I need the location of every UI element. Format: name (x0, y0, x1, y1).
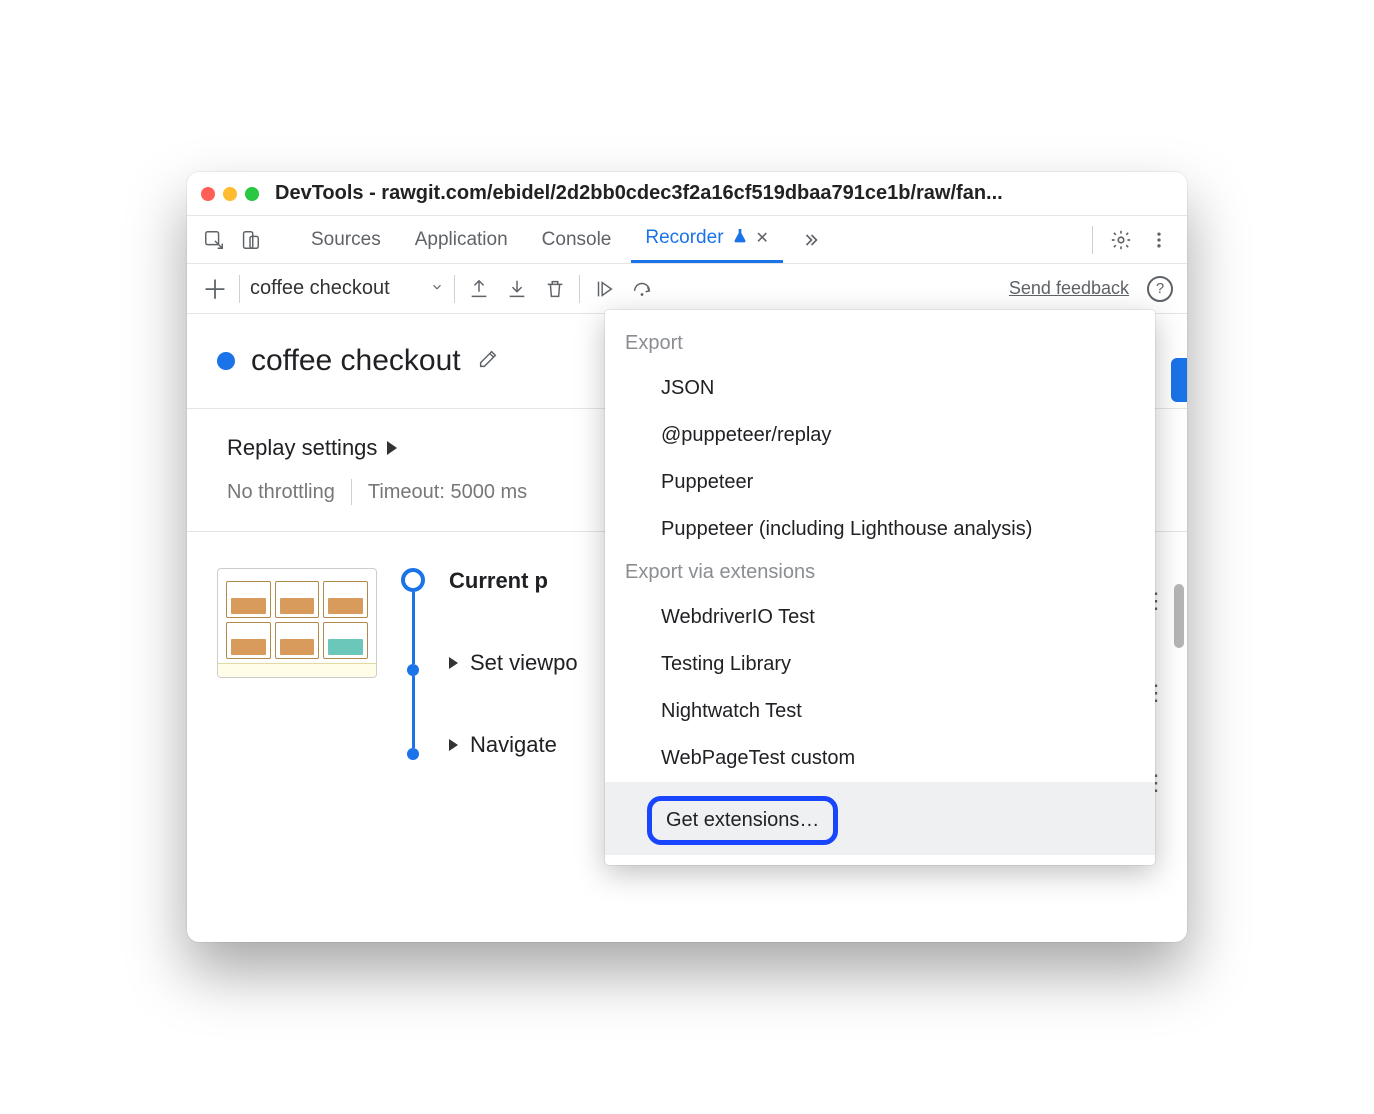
get-extensions-label: Get extensions… (666, 809, 819, 831)
tab-console-label: Console (542, 229, 612, 251)
timeline (399, 568, 427, 760)
recorder-toolbar: ＋ coffee checkout Send feedback ? (187, 264, 1187, 314)
more-tabs-button[interactable] (789, 216, 829, 263)
export-item-webdriverio[interactable]: WebdriverIO Test (605, 594, 1155, 641)
tab-recorder-label: Recorder (645, 227, 723, 249)
tab-recorder[interactable]: Recorder ✕ (631, 216, 783, 263)
expand-icon (449, 657, 458, 669)
divider (351, 479, 352, 505)
expand-icon (387, 441, 397, 455)
devtools-window: DevTools - rawgit.com/ebidel/2d2bb0cdec3… (187, 172, 1187, 942)
step-over-button[interactable] (628, 275, 656, 303)
close-window-button[interactable] (201, 187, 215, 201)
throttling-value: No throttling (227, 481, 335, 504)
timeline-start-icon (401, 568, 425, 592)
get-extensions-highlight: Get extensions… (647, 796, 838, 845)
step-label: Navigate (470, 732, 557, 758)
step-label: Set viewpo (470, 650, 578, 676)
titlebar: DevTools - rawgit.com/ebidel/2d2bb0cdec3… (187, 172, 1187, 216)
step-label: Current p (449, 568, 548, 594)
chevron-down-icon (430, 277, 444, 300)
window-title: DevTools - rawgit.com/ebidel/2d2bb0cdec3… (275, 182, 1173, 205)
device-toggle-icon[interactable] (235, 225, 265, 255)
close-tab-icon[interactable]: ✕ (756, 228, 769, 248)
export-item-webpagetest[interactable]: WebPageTest custom (605, 735, 1155, 782)
send-feedback-link[interactable]: Send feedback (1009, 278, 1129, 299)
expand-icon (449, 739, 458, 751)
tab-sources-label: Sources (311, 229, 381, 251)
replay-button-edge[interactable] (1171, 358, 1187, 402)
settings-icon[interactable] (1105, 224, 1137, 256)
scrollbar-thumb[interactable] (1174, 584, 1184, 648)
step-current-page[interactable]: Current p (449, 568, 578, 594)
traffic-lights (201, 187, 259, 201)
more-options-icon[interactable] (1143, 224, 1175, 256)
tab-application-label: Application (415, 229, 508, 251)
tab-console[interactable]: Console (528, 216, 626, 263)
recording-dropdown-label: coffee checkout (250, 277, 390, 300)
export-section-header: Export (605, 324, 1155, 365)
export-item-nightwatch[interactable]: Nightwatch Test (605, 688, 1155, 735)
tab-sources[interactable]: Sources (297, 216, 395, 263)
export-item-puppeteer[interactable]: Puppeteer (605, 459, 1155, 506)
divider (454, 275, 455, 303)
panel-tabbar: Sources Application Console Recorder ✕ (187, 216, 1187, 264)
maximize-window-button[interactable] (245, 187, 259, 201)
recording-status-dot (217, 352, 235, 370)
export-item-json[interactable]: JSON (605, 365, 1155, 412)
edit-name-icon[interactable] (477, 348, 499, 375)
delete-button[interactable] (541, 275, 569, 303)
import-button[interactable] (503, 275, 531, 303)
panel-tabs: Sources Application Console Recorder ✕ (297, 216, 829, 263)
divider (579, 275, 580, 303)
divider (239, 275, 240, 303)
minimize-window-button[interactable] (223, 187, 237, 201)
export-button[interactable] (465, 275, 493, 303)
timeline-dot-icon (407, 664, 419, 676)
export-item-get-extensions[interactable]: Get extensions… (605, 782, 1155, 855)
experiment-icon (732, 227, 748, 249)
replay-settings-label: Replay settings (227, 435, 377, 461)
timeout-value: Timeout: 5000 ms (368, 481, 527, 504)
export-item-puppeteer-lighthouse[interactable]: Puppeteer (including Lighthouse analysis… (605, 506, 1155, 553)
divider (1092, 226, 1093, 254)
step-set-viewport[interactable]: Set viewpo (449, 650, 578, 676)
tab-application[interactable]: Application (401, 216, 522, 263)
page-screenshot-thumbnail (217, 568, 377, 678)
export-dropdown: Export JSON @puppeteer/replay Puppeteer … (605, 310, 1155, 865)
new-recording-button[interactable]: ＋ (201, 270, 229, 307)
steps-list: Current p Set viewpo Navigate (449, 568, 578, 758)
recording-dropdown[interactable]: coffee checkout (250, 277, 444, 300)
step-navigate[interactable]: Navigate (449, 732, 578, 758)
recording-name: coffee checkout (251, 344, 461, 378)
export-extensions-header: Export via extensions (605, 553, 1155, 594)
help-icon[interactable]: ? (1147, 276, 1173, 302)
inspect-element-icon[interactable] (199, 225, 229, 255)
export-item-testing-library[interactable]: Testing Library (605, 641, 1155, 688)
step-play-button[interactable] (590, 275, 618, 303)
timeline-dot-icon (407, 748, 419, 760)
export-item-puppeteer-replay[interactable]: @puppeteer/replay (605, 412, 1155, 459)
